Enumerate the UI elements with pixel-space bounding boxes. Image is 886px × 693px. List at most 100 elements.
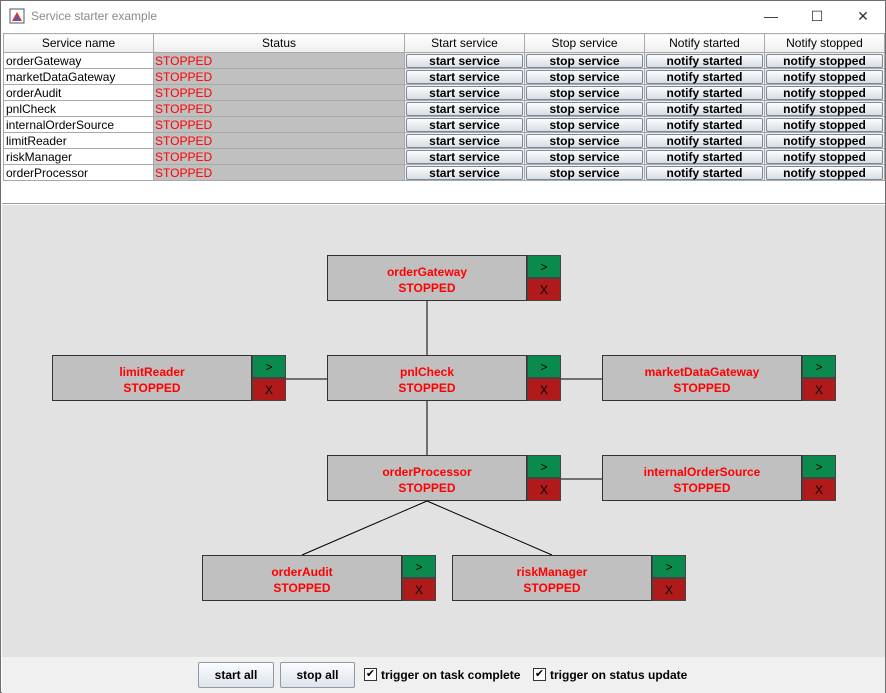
service-graph: orderGateway STOPPED > X limitReader STO… [2, 205, 885, 657]
stop-service-button[interactable]: stop service [526, 133, 643, 148]
minimize-icon[interactable]: — [748, 1, 794, 31]
notify-started-button[interactable]: notify started [646, 69, 763, 84]
trigger-task-complete-label: trigger on task complete [381, 668, 521, 682]
button-cell: stop service [524, 116, 645, 133]
button-cell: notify stopped [764, 132, 885, 149]
title-bar: Service starter example — ☐ ✕ [1, 1, 885, 31]
notify-started-button[interactable]: notify started [646, 85, 763, 100]
stop-service-button[interactable]: stop service [526, 69, 643, 84]
start-all-button[interactable]: start all [198, 662, 274, 688]
maximize-icon[interactable]: ☐ [794, 1, 840, 31]
start-service-button[interactable]: start service [406, 133, 523, 148]
column-header[interactable]: Status [153, 33, 405, 53]
trigger-task-complete-checkbox[interactable]: ✔ [364, 668, 377, 681]
notify-started-button[interactable]: notify started [646, 117, 763, 132]
node-start-button[interactable]: > [652, 555, 686, 578]
table-row[interactable]: orderAudit STOPPED start service stop servi… [3, 84, 885, 101]
stop-service-button[interactable]: stop service [526, 149, 643, 164]
notify-started-button[interactable]: notify started [646, 149, 763, 164]
start-service-button[interactable]: start service [406, 69, 523, 84]
node-pnlCheck: pnlCheck STOPPED [327, 355, 527, 401]
node-stop-button[interactable]: X [252, 378, 286, 401]
button-cell: stop service [524, 68, 645, 85]
status-cell: STOPPED [153, 132, 405, 149]
notify-started-button[interactable]: notify started [646, 53, 763, 68]
table-row[interactable]: limitReader STOPPED start service stop serv… [3, 132, 885, 149]
column-header[interactable]: Service name [3, 33, 154, 53]
stop-service-button[interactable]: stop service [526, 117, 643, 132]
notify-started-button[interactable]: notify started [646, 165, 763, 180]
node-stop-button[interactable]: X [527, 278, 561, 301]
start-service-button[interactable]: start service [406, 149, 523, 164]
table-row[interactable]: riskManager STOPPED start service stop serv… [3, 148, 885, 165]
node-stop-button[interactable]: X [527, 378, 561, 401]
button-cell: start service [404, 164, 525, 181]
node-start-button[interactable]: > [527, 355, 561, 378]
column-header[interactable]: Notify stopped [764, 33, 885, 53]
notify-stopped-button[interactable]: notify stopped [766, 53, 883, 68]
notify-stopped-button[interactable]: notify stopped [766, 149, 883, 164]
stop-service-button[interactable]: stop service [526, 101, 643, 116]
notify-started-button[interactable]: notify started [646, 133, 763, 148]
stop-service-button[interactable]: stop service [526, 85, 643, 100]
node-start-button[interactable]: > [252, 355, 286, 378]
node-stop-button[interactable]: X [802, 378, 836, 401]
close-icon[interactable]: ✕ [840, 1, 886, 31]
notify-stopped-button[interactable]: notify stopped [766, 85, 883, 100]
button-cell: notify stopped [764, 68, 885, 85]
button-cell: notify stopped [764, 164, 885, 181]
node-limitReader: limitReader STOPPED [52, 355, 252, 401]
column-header[interactable]: Notify started [644, 33, 765, 53]
node-stop-button[interactable]: X [652, 578, 686, 601]
node-status: STOPPED [523, 581, 581, 595]
start-service-button[interactable]: start service [406, 101, 523, 116]
button-cell: notify stopped [764, 116, 885, 133]
column-header[interactable]: Stop service [524, 33, 645, 53]
node-status: STOPPED [673, 481, 731, 495]
start-service-button[interactable]: start service [406, 117, 523, 132]
table-row[interactable]: pnlCheck STOPPED start service stop service… [3, 100, 885, 117]
start-service-button[interactable]: start service [406, 85, 523, 100]
stop-service-button[interactable]: stop service [526, 165, 643, 180]
status-cell: STOPPED [153, 52, 405, 69]
node-start-button[interactable]: > [527, 455, 561, 478]
table-header-row: Service name Status Start service Stop s… [3, 33, 885, 53]
column-header[interactable]: Start service [404, 33, 525, 53]
notify-stopped-button[interactable]: notify stopped [766, 133, 883, 148]
node-start-button[interactable]: > [802, 455, 836, 478]
status-cell: STOPPED [153, 100, 405, 117]
node-name: riskManager [516, 565, 588, 579]
table-row[interactable]: orderProcessor STOPPED start service stop s… [3, 164, 885, 181]
node-stop-button[interactable]: X [527, 478, 561, 501]
node-start-button[interactable]: > [802, 355, 836, 378]
service-name-cell: orderAudit [3, 84, 154, 101]
button-cell: notify started [644, 52, 765, 69]
trigger-status-update-checkbox[interactable]: ✔ [533, 668, 546, 681]
node-stop-button[interactable]: X [402, 578, 436, 601]
node-status: STOPPED [123, 381, 181, 395]
service-name-cell: orderProcessor [3, 164, 154, 181]
button-cell: stop service [524, 148, 645, 165]
notify-started-button[interactable]: notify started [646, 101, 763, 116]
node-orderAudit: orderAudit STOPPED [202, 555, 402, 601]
table-row[interactable]: orderGateway STOPPED start service stop ser… [3, 52, 885, 69]
table-row[interactable]: internalOrderSource STOPPED start service s… [3, 116, 885, 133]
start-service-button[interactable]: start service [406, 53, 523, 68]
stop-all-button[interactable]: stop all [280, 662, 355, 688]
node-start-button[interactable]: > [402, 555, 436, 578]
notify-stopped-button[interactable]: notify stopped [766, 101, 883, 116]
node-stop-button[interactable]: X [802, 478, 836, 501]
window-title: Service starter example [31, 9, 158, 23]
notify-stopped-button[interactable]: notify stopped [766, 165, 883, 180]
stop-service-button[interactable]: stop service [526, 53, 643, 68]
service-name-cell: internalOrderSource [3, 116, 154, 133]
notify-stopped-button[interactable]: notify stopped [766, 69, 883, 84]
node-start-button[interactable]: > [527, 255, 561, 278]
start-service-button[interactable]: start service [406, 165, 523, 180]
service-name-cell: riskManager [3, 148, 154, 165]
node-orderProcessor: orderProcessor STOPPED [327, 455, 527, 501]
table-row[interactable]: marketDataGateway STOPPED start service sto… [3, 68, 885, 85]
node-status: STOPPED [398, 281, 456, 295]
edge-orderProcessor-riskManager [426, 500, 553, 556]
notify-stopped-button[interactable]: notify stopped [766, 117, 883, 132]
